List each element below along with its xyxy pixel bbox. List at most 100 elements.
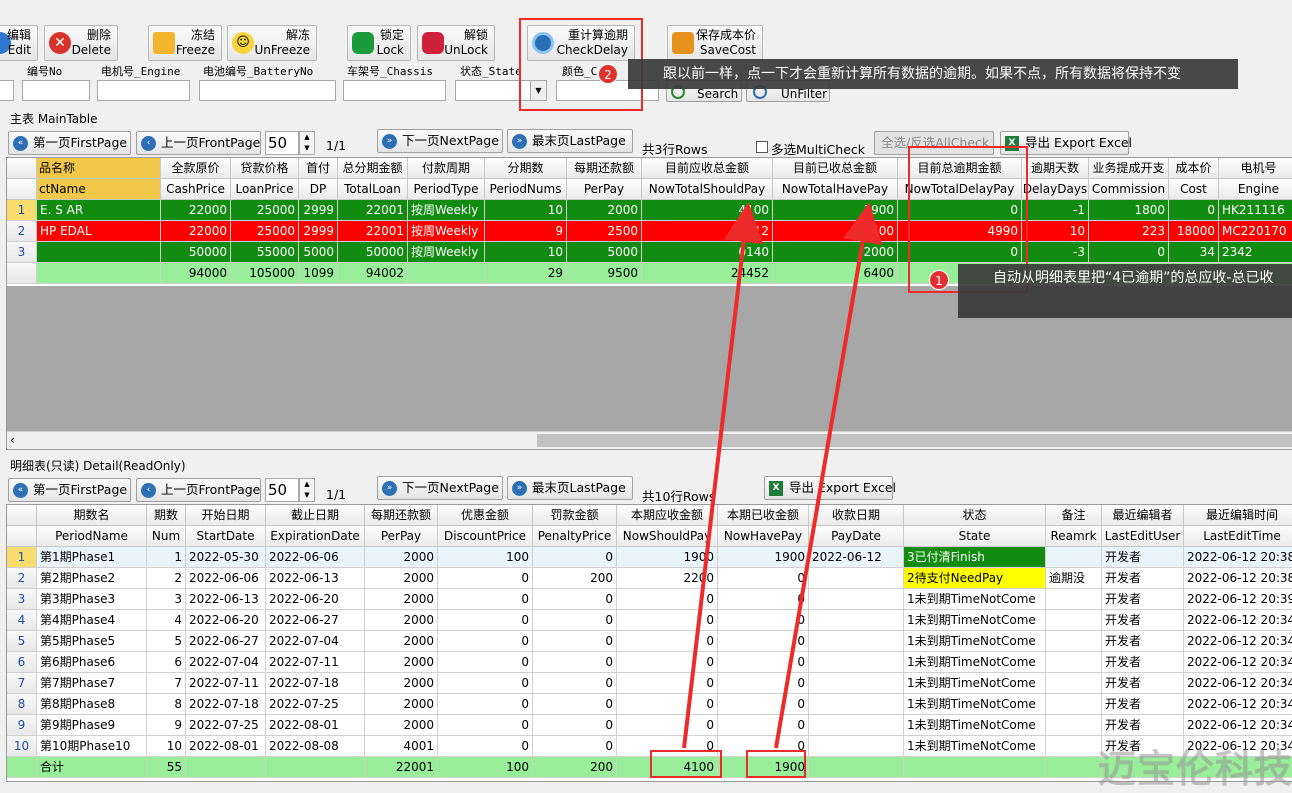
detail-column-header[interactable]: NowShouldPay: [617, 526, 718, 547]
detail-column-header[interactable]: Num: [147, 526, 186, 547]
detail-cell-time[interactable]: 2022-06-12 20:34: [1184, 652, 1292, 673]
main-column-header[interactable]: Cost: [1169, 179, 1219, 200]
detail-cell-end[interactable]: 2022-06-27: [266, 610, 365, 631]
detail-cell-user[interactable]: 开发者: [1102, 568, 1184, 589]
detail-cell-disc[interactable]: 0: [438, 652, 533, 673]
scroll-thumb[interactable]: [537, 434, 1292, 447]
detail-cell-num[interactable]: 3: [147, 589, 186, 610]
detail-cell-paydate[interactable]: [809, 652, 904, 673]
detail-cell-per[interactable]: 2000: [365, 652, 438, 673]
main-cell-days[interactable]: -3: [1022, 242, 1089, 263]
main-page-size-spinner[interactable]: ▲ ▼: [299, 131, 315, 155]
multi-check-label[interactable]: 多选MultiCheck: [771, 139, 865, 158]
detail-cell-time[interactable]: 2022-06-12 20:38: [1184, 547, 1292, 568]
detail-column-header[interactable]: PeriodName: [37, 526, 147, 547]
detail-column-header[interactable]: 每期还款额: [365, 505, 438, 526]
detail-first-page-button[interactable]: «第一页FirstPage: [8, 478, 131, 502]
main-front-page-button[interactable]: ‹ 上一页FrontPage: [136, 131, 261, 155]
detail-column-header[interactable]: 最近编辑者: [1102, 505, 1184, 526]
main-cell-total[interactable]: 50000: [338, 242, 408, 263]
unlock-button[interactable]: 解锁 UnLock: [417, 25, 495, 61]
detail-cell-disc[interactable]: 0: [438, 568, 533, 589]
detail-cell-name[interactable]: 第9期Phase9: [37, 715, 147, 736]
detail-cell-num[interactable]: 10: [147, 736, 186, 757]
main-column-header[interactable]: ctName: [37, 179, 161, 200]
main-cell-comm[interactable]: 0: [1089, 242, 1169, 263]
row-number[interactable]: 3: [7, 589, 37, 610]
detail-cell-per[interactable]: 2000: [365, 547, 438, 568]
main-cell-have[interactable]: 1900: [773, 200, 898, 221]
main-column-header[interactable]: 付款周期: [408, 158, 485, 179]
row-number[interactable]: 7: [7, 673, 37, 694]
detail-cell-user[interactable]: 开发者: [1102, 547, 1184, 568]
detail-cell-num[interactable]: 4: [147, 610, 186, 631]
main-table-row[interactable]: 2 HP EDAL 22000 25000 2999 22001 按周Weekly 9 2500…: [7, 221, 1292, 242]
filter-input-partial[interactable]: [0, 80, 14, 101]
detail-cell-start[interactable]: 2022-07-04: [186, 652, 266, 673]
detail-cell-disc[interactable]: 0: [438, 631, 533, 652]
detail-cell-state[interactable]: 1未到期TimeNotCome: [904, 736, 1046, 757]
detail-column-header[interactable]: Reamrk: [1046, 526, 1102, 547]
row-number[interactable]: 2: [7, 221, 37, 242]
detail-cell-pen[interactable]: 0: [533, 589, 617, 610]
main-cell-total[interactable]: 22001: [338, 221, 408, 242]
row-number[interactable]: 6: [7, 652, 37, 673]
main-horizontal-scrollbar[interactable]: ‹: [7, 431, 1292, 449]
detail-column-header[interactable]: PenaltyPrice: [533, 526, 617, 547]
main-cell-dp[interactable]: 5000: [299, 242, 338, 263]
detail-cell-start[interactable]: 2022-06-13: [186, 589, 266, 610]
detail-next-page-button[interactable]: » 下一页NextPage: [377, 476, 503, 500]
detail-cell-remark[interactable]: [1046, 547, 1102, 568]
detail-cell-state[interactable]: 2待支付NeedPay: [904, 568, 1046, 589]
detail-cell-paydate[interactable]: [809, 631, 904, 652]
main-column-header[interactable]: 总分期金额: [338, 158, 408, 179]
detail-cell-pen[interactable]: 0: [533, 547, 617, 568]
detail-cell-name[interactable]: 第8期Phase8: [37, 694, 147, 715]
detail-page-size-input[interactable]: 50: [265, 478, 299, 502]
main-column-header[interactable]: DP: [299, 179, 338, 200]
detail-cell-num[interactable]: 8: [147, 694, 186, 715]
detail-column-header[interactable]: 最近编辑时间: [1184, 505, 1292, 526]
detail-column-header[interactable]: 罚款金额: [533, 505, 617, 526]
detail-cell-time[interactable]: 2022-06-12 20:38: [1184, 568, 1292, 589]
save-cost-button[interactable]: 保存成本价 SaveCost: [667, 25, 763, 61]
detail-cell-name[interactable]: 第2期Phase2: [37, 568, 147, 589]
main-column-header[interactable]: 每期还款额: [567, 158, 642, 179]
detail-cell-state[interactable]: 1未到期TimeNotCome: [904, 610, 1046, 631]
main-cell-ptype[interactable]: 按周Weekly: [408, 242, 485, 263]
main-first-page-button[interactable]: «第一页FirstPage: [8, 131, 131, 155]
detail-cell-end[interactable]: 2022-08-08: [266, 736, 365, 757]
detail-cell-per[interactable]: 2000: [365, 589, 438, 610]
detail-cell-num[interactable]: 1: [147, 547, 186, 568]
detail-cell-name[interactable]: 第1期Phase1: [37, 547, 147, 568]
main-column-header[interactable]: 贷款价格: [231, 158, 299, 179]
detail-cell-pen[interactable]: 200: [533, 568, 617, 589]
main-column-header[interactable]: Commission: [1089, 179, 1169, 200]
detail-cell-name[interactable]: 第3期Phase3: [37, 589, 147, 610]
detail-cell-should[interactable]: 0: [617, 673, 718, 694]
detail-table-row[interactable]: 4 第4期Phase4 4 2022-06-20 2022-06-27 2000 0 0 0 0 1…: [7, 610, 1292, 631]
main-cell-days[interactable]: -1: [1022, 200, 1089, 221]
detail-cell-start[interactable]: 2022-06-06: [186, 568, 266, 589]
main-cell-have[interactable]: 2000: [773, 242, 898, 263]
main-cell-cost[interactable]: 34: [1169, 242, 1219, 263]
detail-cell-have[interactable]: 0: [718, 631, 809, 652]
main-cell-cash[interactable]: 22000: [161, 221, 231, 242]
detail-column-header[interactable]: NowHavePay: [718, 526, 809, 547]
detail-cell-num[interactable]: 9: [147, 715, 186, 736]
detail-cell-state[interactable]: 1未到期TimeNotCome: [904, 631, 1046, 652]
detail-cell-user[interactable]: 开发者: [1102, 589, 1184, 610]
main-cell-dp[interactable]: 2999: [299, 200, 338, 221]
detail-cell-name[interactable]: 第4期Phase4: [37, 610, 147, 631]
detail-cell-disc[interactable]: 100: [438, 547, 533, 568]
detail-cell-remark[interactable]: [1046, 652, 1102, 673]
row-number[interactable]: 2: [7, 568, 37, 589]
detail-cell-pen[interactable]: 0: [533, 610, 617, 631]
detail-cell-remark[interactable]: [1046, 589, 1102, 610]
main-cell-cost[interactable]: 0: [1169, 200, 1219, 221]
detail-column-header[interactable]: State: [904, 526, 1046, 547]
detail-table-row[interactable]: 2 第2期Phase2 2 2022-06-06 2022-06-13 2000 0 200 2…: [7, 568, 1292, 589]
main-column-header[interactable]: 成本价: [1169, 158, 1219, 179]
detail-cell-disc[interactable]: 0: [438, 610, 533, 631]
main-cell-per[interactable]: 2500: [567, 221, 642, 242]
